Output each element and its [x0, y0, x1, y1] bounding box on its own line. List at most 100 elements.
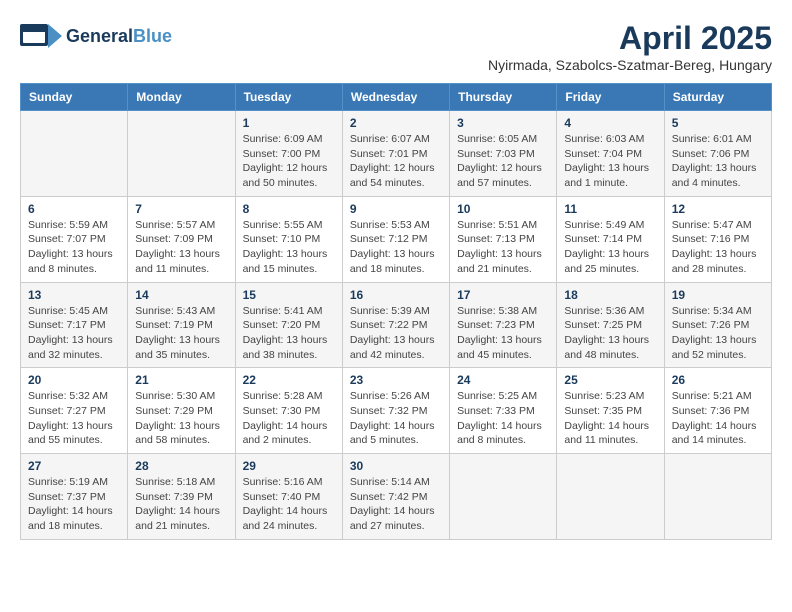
- day-detail: Sunrise: 5:43 AMSunset: 7:19 PMDaylight:…: [135, 304, 227, 363]
- day-number: 29: [243, 459, 335, 473]
- day-cell: [450, 454, 557, 540]
- day-number: 27: [28, 459, 120, 473]
- day-number: 15: [243, 288, 335, 302]
- day-detail: Sunrise: 5:51 AMSunset: 7:13 PMDaylight:…: [457, 218, 549, 277]
- day-cell: 21Sunrise: 5:30 AMSunset: 7:29 PMDayligh…: [128, 368, 235, 454]
- day-number: 1: [243, 116, 335, 130]
- header: General Blue April 2025 Nyirmada, Szabol…: [20, 20, 772, 73]
- header-friday: Friday: [557, 84, 664, 111]
- day-cell: [21, 111, 128, 197]
- day-cell: 8 Sunrise: 5:55 AMSunset: 7:10 PMDaylight…: [235, 196, 342, 282]
- logo-general: General: [66, 26, 133, 47]
- day-cell: 12 Sunrise: 5:47 AMSunset: 7:16 PMDayligh…: [664, 196, 771, 282]
- day-number: 12: [672, 202, 764, 216]
- day-number: 3: [457, 116, 549, 130]
- day-number: 13: [28, 288, 120, 302]
- day-number: 24: [457, 373, 549, 387]
- day-detail: Sunrise: 5:14 AMSunset: 7:42 PMDaylight:…: [350, 475, 442, 534]
- day-cell: [128, 111, 235, 197]
- day-cell: 11Sunrise: 5:49 AMSunset: 7:14 PMDayligh…: [557, 196, 664, 282]
- day-cell: 28 Sunrise: 5:18 AMSunset: 7:39 PMDayligh…: [128, 454, 235, 540]
- day-cell: 14Sunrise: 5:43 AMSunset: 7:19 PMDayligh…: [128, 282, 235, 368]
- day-cell: 4 Sunrise: 6:03 AMSunset: 7:04 PMDaylight…: [557, 111, 664, 197]
- day-number: 19: [672, 288, 764, 302]
- header-sunday: Sunday: [21, 84, 128, 111]
- header-row: Sunday Monday Tuesday Wednesday Thursday…: [21, 84, 772, 111]
- day-cell: 23 Sunrise: 5:26 AMSunset: 7:32 PMDayligh…: [342, 368, 449, 454]
- day-detail: Sunrise: 5:23 AMSunset: 7:35 PMDaylight:…: [564, 389, 656, 448]
- day-cell: 30Sunrise: 5:14 AMSunset: 7:42 PMDayligh…: [342, 454, 449, 540]
- day-detail: Sunrise: 5:38 AMSunset: 7:23 PMDaylight:…: [457, 304, 549, 363]
- day-cell: 2 Sunrise: 6:07 AMSunset: 7:01 PMDaylight…: [342, 111, 449, 197]
- day-detail: Sunrise: 6:07 AMSunset: 7:01 PMDaylight:…: [350, 132, 442, 191]
- day-number: 25: [564, 373, 656, 387]
- header-tuesday: Tuesday: [235, 84, 342, 111]
- calendar-header: Sunday Monday Tuesday Wednesday Thursday…: [21, 84, 772, 111]
- day-detail: Sunrise: 5:16 AMSunset: 7:40 PMDaylight:…: [243, 475, 335, 534]
- day-number: 23: [350, 373, 442, 387]
- day-cell: [557, 454, 664, 540]
- day-number: 6: [28, 202, 120, 216]
- day-detail: Sunrise: 5:53 AMSunset: 7:12 PMDaylight:…: [350, 218, 442, 277]
- day-cell: 16 Sunrise: 5:39 AMSunset: 7:22 PMDayligh…: [342, 282, 449, 368]
- day-detail: Sunrise: 5:26 AMSunset: 7:32 PMDaylight:…: [350, 389, 442, 448]
- day-number: 7: [135, 202, 227, 216]
- week-row-3: 13 Sunrise: 5:45 AMSunset: 7:17 PMDayligh…: [21, 282, 772, 368]
- day-number: 11: [564, 202, 656, 216]
- day-detail: Sunrise: 5:32 AMSunset: 7:27 PMDaylight:…: [28, 389, 120, 448]
- day-detail: Sunrise: 5:36 AMSunset: 7:25 PMDaylight:…: [564, 304, 656, 363]
- day-number: 8: [243, 202, 335, 216]
- day-cell: 18 Sunrise: 5:36 AMSunset: 7:25 PMDayligh…: [557, 282, 664, 368]
- logo-blue: Blue: [133, 26, 172, 47]
- day-cell: 5Sunrise: 6:01 AMSunset: 7:06 PMDaylight…: [664, 111, 771, 197]
- day-detail: Sunrise: 5:18 AMSunset: 7:39 PMDaylight:…: [135, 475, 227, 534]
- day-number: 22: [243, 373, 335, 387]
- day-number: 9: [350, 202, 442, 216]
- calendar-table: Sunday Monday Tuesday Wednesday Thursday…: [20, 83, 772, 540]
- day-detail: Sunrise: 5:34 AMSunset: 7:26 PMDaylight:…: [672, 304, 764, 363]
- day-cell: 3Sunrise: 6:05 AMSunset: 7:03 PMDaylight…: [450, 111, 557, 197]
- day-cell: 26 Sunrise: 5:21 AMSunset: 7:36 PMDayligh…: [664, 368, 771, 454]
- day-cell: 25 Sunrise: 5:23 AMSunset: 7:35 PMDayligh…: [557, 368, 664, 454]
- day-number: 28: [135, 459, 227, 473]
- day-number: 5: [672, 116, 764, 130]
- day-cell: 7Sunrise: 5:57 AMSunset: 7:09 PMDaylight…: [128, 196, 235, 282]
- calendar-body: 1 Sunrise: 6:09 AMSunset: 7:00 PMDaylight…: [21, 111, 772, 540]
- day-number: 26: [672, 373, 764, 387]
- day-cell: 19 Sunrise: 5:34 AMSunset: 7:26 PMDayligh…: [664, 282, 771, 368]
- day-detail: Sunrise: 5:59 AMSunset: 7:07 PMDaylight:…: [28, 218, 120, 277]
- header-wednesday: Wednesday: [342, 84, 449, 111]
- day-cell: 10 Sunrise: 5:51 AMSunset: 7:13 PMDayligh…: [450, 196, 557, 282]
- day-detail: Sunrise: 5:39 AMSunset: 7:22 PMDaylight:…: [350, 304, 442, 363]
- week-row-5: 27Sunrise: 5:19 AMSunset: 7:37 PMDayligh…: [21, 454, 772, 540]
- header-thursday: Thursday: [450, 84, 557, 111]
- day-number: 10: [457, 202, 549, 216]
- day-cell: 9 Sunrise: 5:53 AMSunset: 7:12 PMDaylight…: [342, 196, 449, 282]
- day-number: 18: [564, 288, 656, 302]
- day-number: 2: [350, 116, 442, 130]
- day-cell: 24 Sunrise: 5:25 AMSunset: 7:33 PMDayligh…: [450, 368, 557, 454]
- day-cell: 29 Sunrise: 5:16 AMSunset: 7:40 PMDayligh…: [235, 454, 342, 540]
- day-number: 4: [564, 116, 656, 130]
- week-row-4: 20 Sunrise: 5:32 AMSunset: 7:27 PMDayligh…: [21, 368, 772, 454]
- day-detail: Sunrise: 6:09 AMSunset: 7:00 PMDaylight:…: [243, 132, 335, 191]
- day-detail: Sunrise: 5:28 AMSunset: 7:30 PMDaylight:…: [243, 389, 335, 448]
- title-location: Nyirmada, Szabolcs-Szatmar-Bereg, Hungar…: [488, 57, 772, 73]
- title-month: April 2025: [488, 20, 772, 57]
- day-detail: Sunrise: 5:45 AMSunset: 7:17 PMDaylight:…: [28, 304, 120, 363]
- day-number: 17: [457, 288, 549, 302]
- day-cell: 6 Sunrise: 5:59 AMSunset: 7:07 PMDaylight…: [21, 196, 128, 282]
- day-detail: Sunrise: 6:03 AMSunset: 7:04 PMDaylight:…: [564, 132, 656, 191]
- day-detail: Sunrise: 5:25 AMSunset: 7:33 PMDaylight:…: [457, 389, 549, 448]
- header-monday: Monday: [128, 84, 235, 111]
- day-detail: Sunrise: 5:41 AMSunset: 7:20 PMDaylight:…: [243, 304, 335, 363]
- day-detail: Sunrise: 5:21 AMSunset: 7:36 PMDaylight:…: [672, 389, 764, 448]
- week-row-1: 1 Sunrise: 6:09 AMSunset: 7:00 PMDaylight…: [21, 111, 772, 197]
- day-number: 16: [350, 288, 442, 302]
- day-detail: Sunrise: 5:30 AMSunset: 7:29 PMDaylight:…: [135, 389, 227, 448]
- day-detail: Sunrise: 5:47 AMSunset: 7:16 PMDaylight:…: [672, 218, 764, 277]
- day-cell: 13 Sunrise: 5:45 AMSunset: 7:17 PMDayligh…: [21, 282, 128, 368]
- title-area: April 2025 Nyirmada, Szabolcs-Szatmar-Be…: [488, 20, 772, 73]
- day-detail: Sunrise: 5:55 AMSunset: 7:10 PMDaylight:…: [243, 218, 335, 277]
- day-number: 20: [28, 373, 120, 387]
